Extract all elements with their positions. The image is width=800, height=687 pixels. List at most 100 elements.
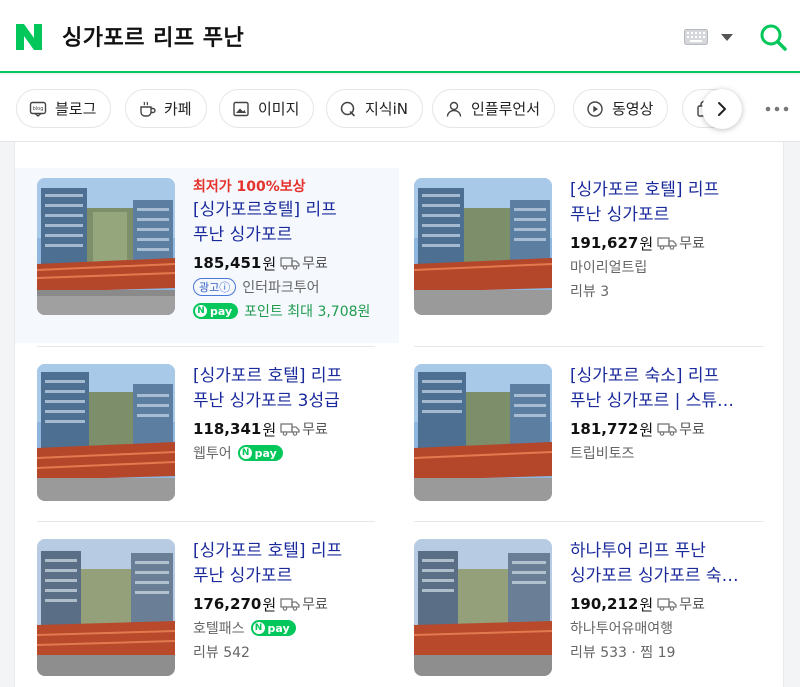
review-count[interactable]: 리뷰 542 [193,640,373,664]
currency-label: 원 [639,420,654,439]
tab-label: 지식iN [365,100,408,118]
seller-name[interactable]: 하나투어유매여행 [570,616,750,640]
price-row: 181,772 원 무료 [570,417,750,441]
product-card[interactable]: 하나투어 리프 푸난 싱가포르 싱가포르 숙… 190,212 원 무료 하나투… [392,529,772,687]
price-row: 191,627 원 무료 [570,231,750,255]
product-thumbnail[interactable] [37,178,175,315]
shipping-label: 무료 [302,422,328,438]
shipping-label: 무료 [302,597,328,613]
hotel-photo [414,178,552,315]
product-thumbnail[interactable] [37,539,175,676]
product-title[interactable]: 하나투어 리프 푸난 싱가포르 싱가포르 숙… [570,539,750,589]
ad-badge[interactable]: 광고ⓘ [193,278,237,296]
tab-label: 동영상 [612,100,654,118]
product-card[interactable]: [싱가포르 숙소] 리프 푸난 싱가포르 | 스튜… 181,772 원 무료 … [392,354,772,514]
person-icon [446,101,462,117]
seller-row: 웹투어 Npay [193,441,373,465]
blog-icon: blog [29,101,47,117]
tabs-next-button[interactable] [702,89,742,129]
shipping-label: 무료 [302,256,328,272]
seller-name[interactable]: 트립비토즈 [570,441,750,465]
currency-label: 원 [262,254,277,273]
promo-label: 최저가 100%보상 [193,179,306,195]
tab-label: 이미지 [258,100,300,118]
product-thumbnail[interactable] [414,178,552,315]
seller-name[interactable]: 인터파크투어 [242,277,319,297]
npay-badge: Npay [250,620,296,636]
tab-image[interactable]: 이미지 [219,89,315,128]
truck-icon [280,598,300,611]
seller-name[interactable]: 마이리얼트립 [570,255,750,279]
tab-cafe[interactable]: 카페 [125,89,207,128]
tab-blog[interactable]: blog 블로그 [16,89,112,128]
naver-n-logo[interactable] [14,22,44,52]
seller-name[interactable]: 웹투어 [193,443,232,463]
tab-label: 카페 [164,100,192,118]
product-title[interactable]: [싱가포르 호텔] 리프 푸난 싱가포르 [570,178,750,228]
search-tabs: blog 블로그 카페 이미지 지식iN 인플루언서 동영상 [0,75,800,142]
price-row: 185,451 원 무료 [193,251,373,275]
product-price: 176,270 [193,595,262,613]
shipping-label: 무료 [679,236,705,252]
points-label: 포인트 최대 3,708원 [244,304,371,320]
truck-icon [657,237,677,250]
product-title[interactable]: [싱가포르호텔] 리프 푸난 싱가포르 [193,198,373,248]
product-price: 190,212 [570,595,639,613]
product-title[interactable]: [싱가포르 숙소] 리프 푸난 싱가포르 | 스튜… [570,364,750,414]
product-title[interactable]: [싱가포르 호텔] 리프 푸난 싱가포르 [193,539,373,589]
product-card[interactable]: [싱가포르 호텔] 리프 푸난 싱가포르 3성급 118,341 원 무료 웹투… [15,354,375,514]
kin-icon [340,101,355,116]
tab-label: 블로그 [55,100,97,118]
product-price: 118,341 [193,420,262,438]
keyboard-icon[interactable] [684,29,708,45]
search-icon[interactable] [758,22,788,52]
product-thumbnail[interactable] [414,539,552,676]
review-count[interactable]: 리뷰 3 [570,279,750,303]
product-thumbnail[interactable] [414,364,552,501]
svg-text:blog: blog [33,106,44,112]
npay-badge: Npay [193,303,239,319]
product-card[interactable]: 최저가 100%보상 [싱가포르호텔] 리프 푸난 싱가포르 185,451 원… [15,168,399,343]
chevron-down-icon[interactable] [720,33,734,42]
npay-badge: Npay [237,445,283,461]
search-query[interactable]: 싱가포르 리프 푸난 [62,20,244,52]
more-icon[interactable] [764,105,790,113]
product-card[interactable]: [싱가포르 호텔] 리프 푸난 싱가포르 176,270 원 무료 호텔패스 N… [15,529,375,687]
product-thumbnail[interactable] [37,364,175,501]
tab-influencer[interactable]: 인플루언서 [432,89,556,128]
search-header: 싱가포르 리프 푸난 [0,0,800,73]
product-results-panel: 최저가 100%보상 [싱가포르호텔] 리프 푸난 싱가포르 185,451 원… [14,142,784,687]
hotel-photo [414,539,552,676]
hotel-photo [37,178,175,315]
product-price: 181,772 [570,420,639,438]
hotel-photo [37,539,175,676]
truck-icon [657,423,677,436]
tab-label: 인플루언서 [471,100,541,118]
tab-video[interactable]: 동영상 [573,89,669,128]
product-card[interactable]: [싱가포르 호텔] 리프 푸난 싱가포르 191,627 원 무료 마이리얼트립… [392,168,772,343]
npay-row: Npay 포인트 최대 3,708원 [193,299,373,323]
truck-icon [280,423,300,436]
product-title[interactable]: [싱가포르 호텔] 리프 푸난 싱가포르 3성급 [193,364,373,414]
seller-row: 호텔패스 Npay [193,616,373,640]
shipping-label: 무료 [679,597,705,613]
shipping-label: 무료 [679,422,705,438]
price-row: 190,212 원 무료 [570,592,750,616]
price-row: 176,270 원 무료 [193,592,373,616]
chevron-right-icon [718,102,726,116]
currency-label: 원 [639,234,654,253]
truck-icon [657,598,677,611]
currency-label: 원 [639,595,654,614]
currency-label: 원 [262,595,277,614]
price-row: 118,341 원 무료 [193,417,373,441]
seller-name[interactable]: 호텔패스 [193,618,245,638]
tab-kin[interactable]: 지식iN [326,89,423,128]
cafe-icon [140,101,156,117]
truck-icon [280,257,300,270]
review-count[interactable]: 리뷰 533 · 찜 19 [570,640,750,664]
image-icon [233,101,249,116]
seller-row: 광고ⓘ 인터파크투어 [193,275,373,299]
hotel-photo [414,364,552,501]
currency-label: 원 [262,420,277,439]
hotel-photo [37,364,175,501]
